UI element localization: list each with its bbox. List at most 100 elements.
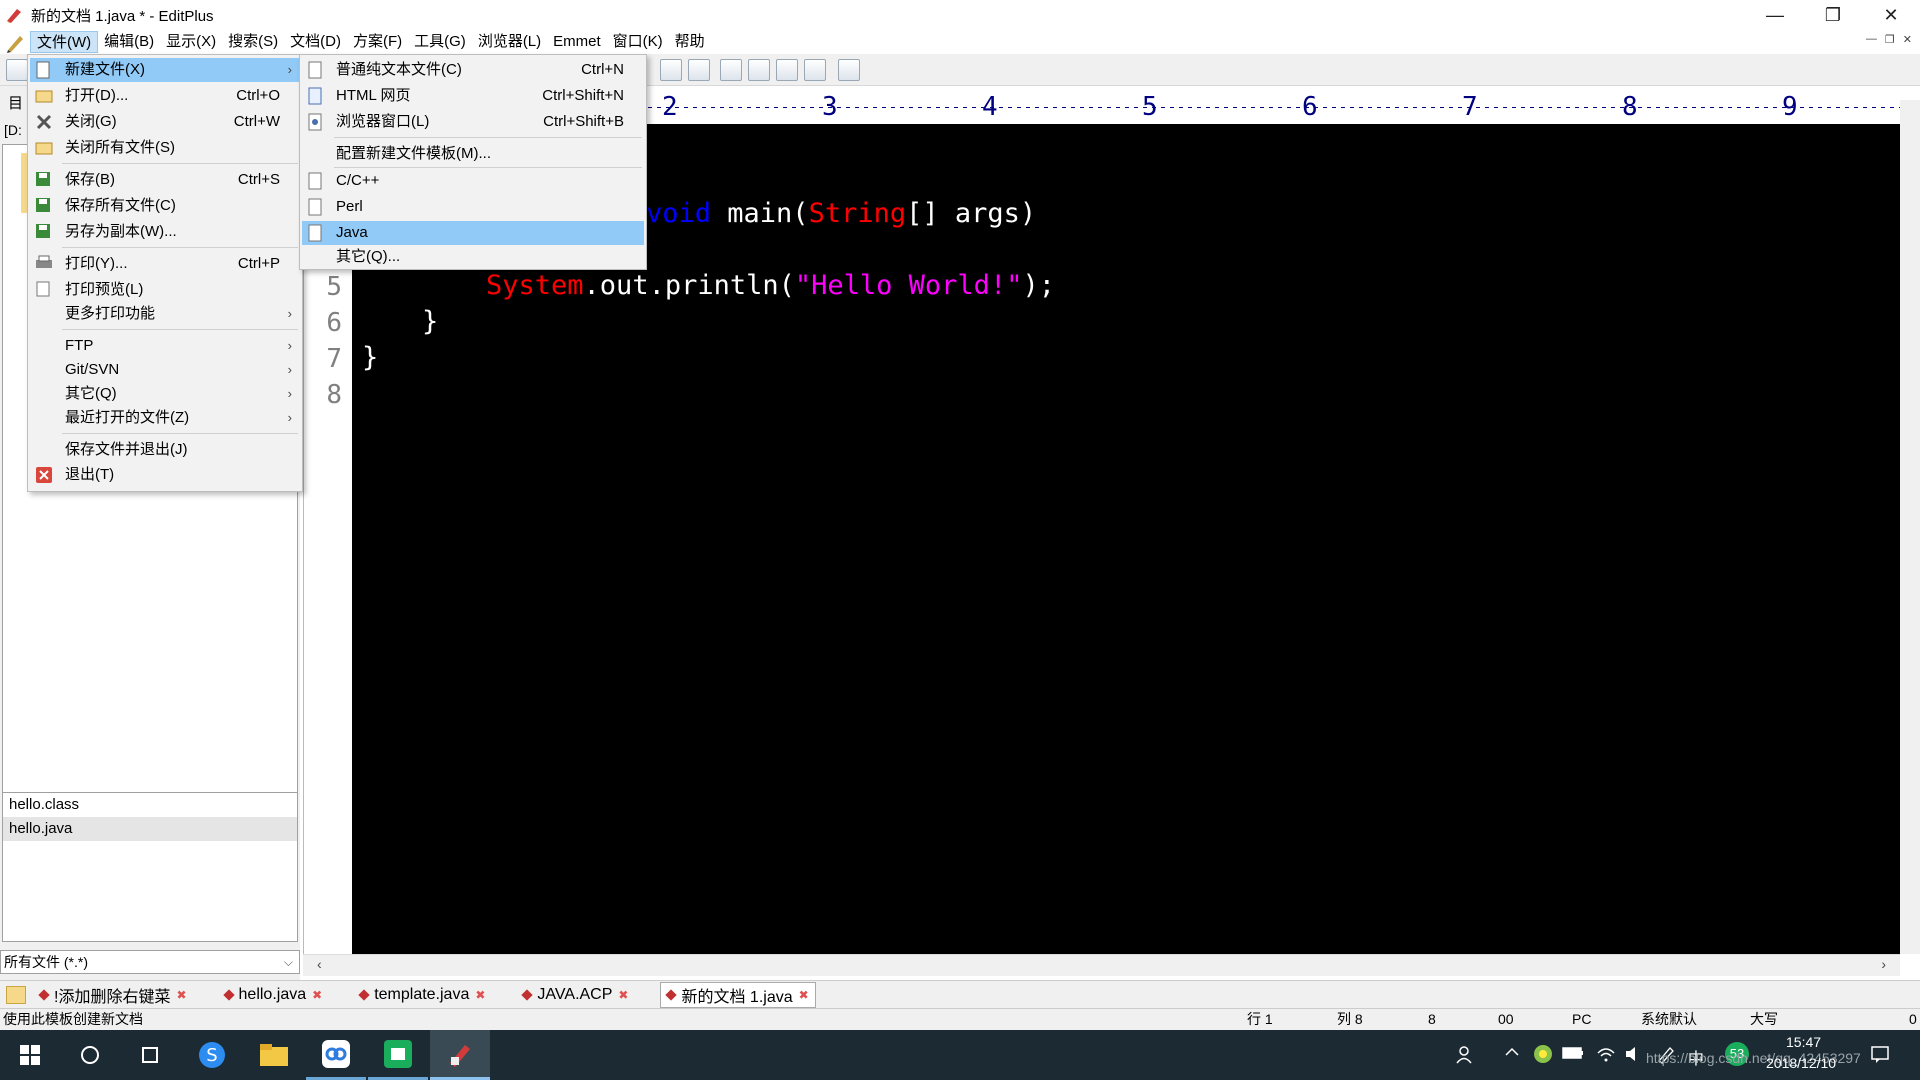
status-encoding[interactable]: 系统默认 — [1641, 1009, 1697, 1030]
menu-item-recent-files[interactable]: 最近打开的文件(Z) › — [30, 406, 300, 430]
menu-item-more-print[interactable]: 更多打印功能 › — [30, 302, 300, 326]
close-tab-icon[interactable]: ✖ — [799, 988, 809, 1002]
menu-item-label: 另存为副本(W)... — [65, 223, 177, 240]
file-list[interactable]: hello.class hello.java — [2, 792, 298, 942]
taskbar: S 中 53 https://blog.csdn.net/qq_42453297… — [0, 1030, 1920, 1080]
security-app-icon[interactable] — [1533, 1044, 1553, 1067]
menu-item-print-preview[interactable]: 打印预览(L) — [30, 278, 300, 302]
menu-search[interactable]: 搜索(S) — [222, 31, 284, 53]
start-button[interactable] — [0, 1030, 60, 1080]
menu-item-new-file[interactable]: 新建文件(X) › — [30, 58, 300, 82]
perl-file-icon — [307, 198, 325, 216]
menu-window[interactable]: 窗口(K) — [607, 31, 669, 53]
clock-time[interactable]: 15:47 — [1786, 1034, 1821, 1050]
menu-item-print[interactable]: 打印(Y)... Ctrl+P — [30, 252, 300, 276]
battery-icon[interactable] — [1562, 1046, 1584, 1063]
dir-window-tool-icon[interactable] — [748, 59, 770, 81]
directory-tab[interactable]: 目 — [8, 92, 23, 113]
sogou-browser-icon[interactable]: S — [182, 1030, 242, 1080]
word-wrap-tool-icon[interactable] — [720, 59, 742, 81]
close-tab-icon[interactable]: ✖ — [312, 988, 322, 1002]
scroll-left-icon[interactable]: ‹ — [317, 956, 322, 972]
mdi-restore-button[interactable]: ❐ — [1885, 33, 1895, 46]
close-tab-icon[interactable]: ✖ — [475, 988, 485, 1002]
clock-date[interactable]: 2018/12/10 — [1766, 1055, 1836, 1071]
browser-tool-icon[interactable] — [776, 59, 798, 81]
mdi-close-button[interactable]: ✕ — [1903, 33, 1912, 46]
menu-item-label: 打开(D)... — [65, 87, 129, 104]
submenu-item-html[interactable]: HTML 网页 Ctrl+Shift+N — [302, 84, 644, 108]
spellcheck-tool-icon[interactable] — [660, 59, 682, 81]
ruler-mark: 2 — [662, 92, 678, 122]
submenu-item-plain-text[interactable]: 普通纯文本文件(C) Ctrl+N — [302, 58, 644, 82]
file-explorer-icon[interactable] — [244, 1030, 304, 1080]
preview-tool-icon[interactable] — [804, 59, 826, 81]
doc-tab-label: JAVA.ACP — [537, 985, 613, 1003]
doc-tab[interactable]: template.java ✖ — [354, 982, 491, 1008]
menu-item-save-copy[interactable]: 另存为副本(W)... — [30, 220, 300, 244]
submenu-item-cpp[interactable]: C/C++ — [302, 169, 644, 193]
menu-bar: 文件(W) 编辑(B) 显示(X) 搜索(S) 文档(D) 方案(F) 工具(G… — [0, 30, 1920, 54]
menu-item-close[interactable]: 关闭(G) Ctrl+W — [30, 110, 300, 134]
menu-document[interactable]: 文档(D) — [284, 31, 347, 53]
chevron-up-icon[interactable] — [1504, 1044, 1520, 1063]
baidu-netdisk-icon[interactable] — [306, 1030, 366, 1080]
menu-item-close-all[interactable]: 关闭所有文件(S) — [30, 136, 300, 160]
submenu-item-other[interactable]: 其它(Q)... — [302, 245, 644, 269]
editplus-taskbar-icon[interactable] — [430, 1030, 490, 1080]
menu-emmet[interactable]: Emmet — [547, 31, 607, 53]
menu-item-git-svn[interactable]: Git/SVN › — [30, 358, 300, 382]
close-tab-icon[interactable]: ✖ — [618, 988, 628, 1002]
menu-view[interactable]: 显示(X) — [160, 31, 222, 53]
scroll-right-icon[interactable]: › — [1881, 956, 1886, 972]
action-center-icon[interactable] — [1870, 1044, 1890, 1067]
menu-item-open[interactable]: 打开(D)... Ctrl+O — [30, 84, 300, 108]
submenu-item-perl[interactable]: Perl — [302, 195, 644, 219]
help-tool-icon[interactable] — [838, 59, 860, 81]
status-line-ending[interactable]: PC — [1572, 1009, 1591, 1030]
doc-tab[interactable]: JAVA.ACP ✖ — [517, 982, 634, 1008]
menu-edit[interactable]: 编辑(B) — [98, 31, 160, 53]
menu-file[interactable]: 文件(W) — [30, 31, 99, 53]
mdi-minimize-button[interactable]: — — [1866, 33, 1877, 46]
menu-item-exit[interactable]: 退出(T) — [30, 463, 300, 487]
vertical-scrollbar[interactable] — [1900, 100, 1920, 954]
file-item-hello-java[interactable]: hello.java — [3, 817, 297, 841]
doc-tab[interactable]: hello.java ✖ — [219, 982, 329, 1008]
close-button[interactable]: ✕ — [1862, 0, 1920, 30]
horizontal-scrollbar[interactable]: ‹ › — [303, 954, 1900, 976]
wifi-icon[interactable] — [1596, 1044, 1616, 1067]
menu-project[interactable]: 方案(F) — [347, 31, 408, 53]
search-icon[interactable] — [60, 1030, 120, 1080]
menu-item-save[interactable]: 保存(B) Ctrl+S — [30, 168, 300, 192]
line-number: 7 — [326, 344, 342, 374]
ruler-mark: 3 — [822, 92, 838, 122]
save-icon — [35, 171, 53, 189]
menu-item-save-and-exit[interactable]: 保存文件并退出(J) — [30, 438, 300, 462]
menu-item-shortcut: Ctrl+Shift+N — [542, 87, 624, 104]
submenu-item-configure-templates[interactable]: 配置新建文件模板(M)... — [302, 142, 644, 166]
doc-tab-active[interactable]: 新的文档 1.java ✖ — [660, 981, 816, 1008]
task-view-icon[interactable] — [120, 1030, 180, 1080]
new-file-tool-icon[interactable] — [6, 59, 28, 81]
menu-item-other[interactable]: 其它(Q) › — [30, 382, 300, 406]
file-filter-select[interactable]: 所有文件 (*.*) ⌵ — [0, 950, 300, 974]
menu-item-save-all[interactable]: 保存所有文件(C) — [30, 194, 300, 218]
minimize-button[interactable]: — — [1746, 0, 1804, 30]
menu-tools[interactable]: 工具(G) — [408, 31, 472, 53]
file-item-hello-class[interactable]: hello.class — [3, 793, 297, 817]
submenu-item-java[interactable]: Java — [302, 221, 644, 245]
doc-tab-label: !添加删除右键菜 — [54, 988, 171, 1006]
settings-tool-icon[interactable] — [688, 59, 710, 81]
restore-button[interactable]: ❐ — [1804, 0, 1862, 30]
submenu-item-browser-window[interactable]: 浏览器窗口(L) Ctrl+Shift+B — [302, 110, 644, 134]
menu-help[interactable]: 帮助 — [669, 31, 711, 53]
wechat-work-icon[interactable] — [368, 1030, 428, 1080]
menu-item-ftp[interactable]: FTP › — [30, 334, 300, 358]
menu-browser[interactable]: 浏览器(L) — [472, 31, 547, 53]
people-icon[interactable] — [1456, 1044, 1476, 1067]
code-line-close-class: } — [362, 342, 379, 373]
volume-icon[interactable] — [1624, 1044, 1644, 1067]
doc-tab[interactable]: !添加删除右键菜 ✖ — [34, 982, 193, 1008]
close-tab-icon[interactable]: ✖ — [176, 988, 186, 1002]
